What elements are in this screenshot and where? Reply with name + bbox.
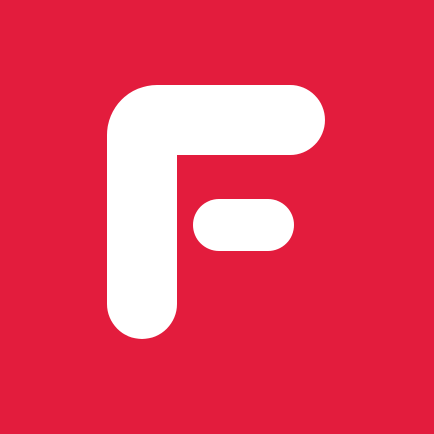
f-logo-icon <box>107 85 325 339</box>
app-icon-tile <box>0 0 434 434</box>
f-logo-middle-bar <box>193 199 294 251</box>
